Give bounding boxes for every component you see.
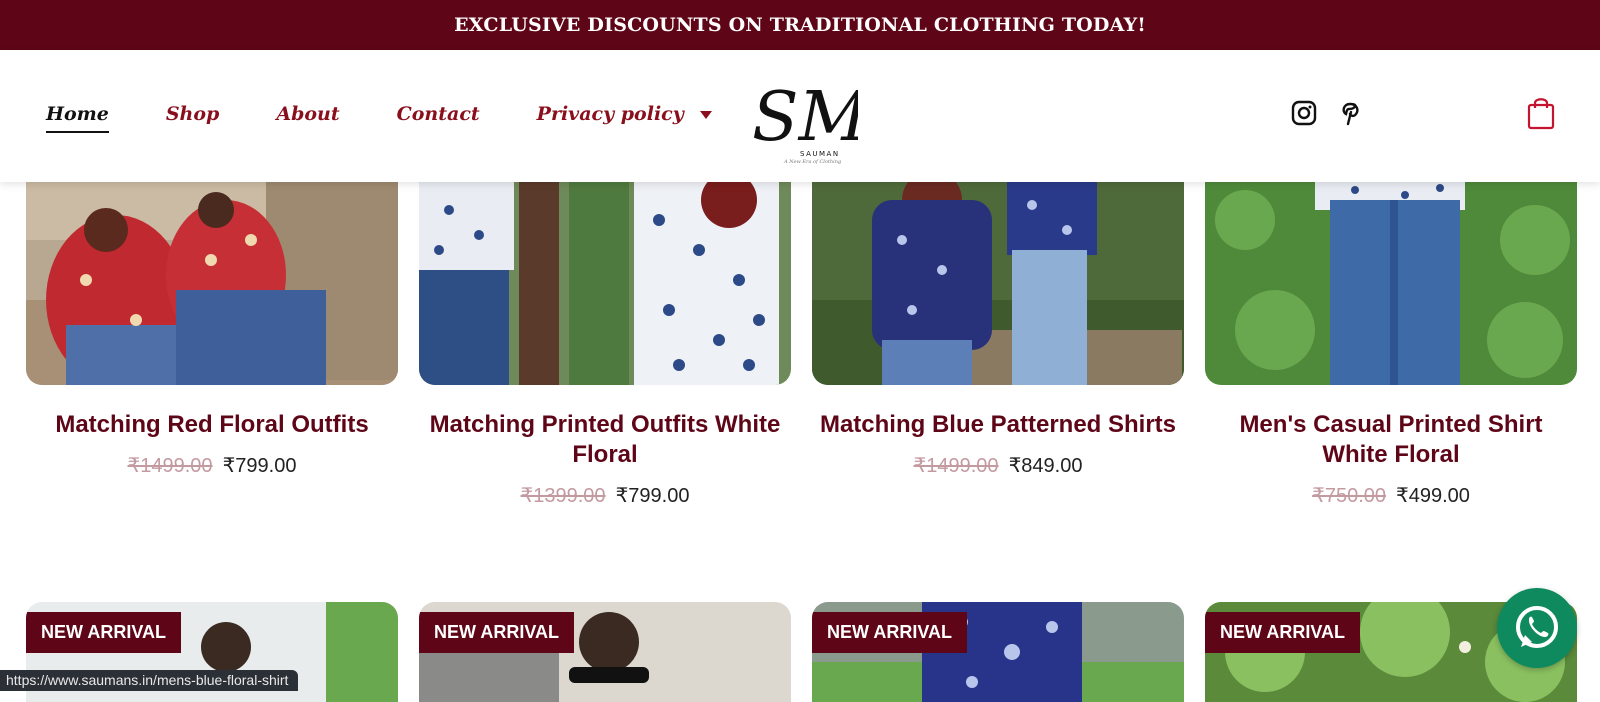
nav-privacy-policy[interactable]: Privacy policy <box>537 103 712 125</box>
original-price: ₹1499.00 <box>127 455 213 477</box>
nav-about[interactable]: About <box>276 103 339 125</box>
pinterest-icon[interactable] <box>1336 99 1364 127</box>
sale-price: ₹849.00 <box>1008 455 1083 477</box>
sale-price: ₹799.00 <box>615 485 690 507</box>
nav-home[interactable]: Home <box>46 103 109 133</box>
site-logo[interactable]: SM SAUMAN A New Era of Clothing <box>748 70 871 165</box>
site-header: Home Shop About Contact Privacy policy S… <box>0 50 1600 182</box>
chevron-down-icon[interactable] <box>699 111 712 119</box>
product-price-row: ₹1399.00 ₹799.00 <box>419 483 791 508</box>
social-links <box>1290 99 1364 127</box>
shopping-bag-icon[interactable] <box>1527 96 1555 130</box>
logo-tagline: A New Era of Clothing <box>783 159 841 165</box>
new-arrival-badge: NEW ARRIVAL <box>419 612 574 653</box>
logo-monogram: SM <box>752 78 858 157</box>
original-price: ₹1499.00 <box>913 455 999 477</box>
product-title[interactable]: Matching Printed Outfits White Floral <box>419 410 791 470</box>
product-title[interactable]: Matching Red Floral Outfits <box>26 410 398 440</box>
whatsapp-button[interactable] <box>1497 588 1577 668</box>
promo-banner: EXCLUSIVE DISCOUNTS ON TRADITIONAL CLOTH… <box>0 0 1600 50</box>
logo-brand: SAUMAN <box>800 150 840 158</box>
new-arrival-badge: NEW ARRIVAL <box>812 612 967 653</box>
product-title[interactable]: Matching Blue Patterned Shirts <box>812 410 1184 440</box>
new-arrival-badge: NEW ARRIVAL <box>1205 612 1360 653</box>
status-bar-url: https://www.saumans.in/mens-blue-floral-… <box>0 670 299 691</box>
nav-privacy-policy-label: Privacy policy <box>536 103 684 125</box>
product-price-row: ₹1499.00 ₹799.00 <box>26 453 398 478</box>
main-nav: Home Shop About Contact Privacy policy <box>46 103 769 133</box>
product-image[interactable] <box>1205 180 1577 385</box>
product-price-row: ₹1499.00 ₹849.00 <box>812 453 1184 478</box>
product-title[interactable]: Men's Casual Printed Shirt White Floral <box>1205 410 1577 470</box>
original-price: ₹750.00 <box>1312 485 1386 507</box>
product-image[interactable] <box>812 180 1184 385</box>
whatsapp-icon <box>1516 606 1558 648</box>
instagram-icon[interactable] <box>1290 99 1318 127</box>
product-image[interactable] <box>419 180 791 385</box>
original-price: ₹1399.00 <box>520 485 606 507</box>
nav-shop[interactable]: Shop <box>166 103 220 125</box>
new-arrival-badge: NEW ARRIVAL <box>26 612 181 653</box>
product-image[interactable] <box>26 180 398 385</box>
product-card[interactable]: NEW ARRIVAL <box>812 602 1184 702</box>
product-price-row: ₹750.00 ₹499.00 <box>1205 483 1577 508</box>
sale-price: ₹499.00 <box>1396 485 1470 507</box>
nav-contact[interactable]: Contact <box>397 103 480 125</box>
product-card[interactable]: NEW ARRIVAL <box>419 602 791 702</box>
sale-price: ₹799.00 <box>222 455 297 477</box>
promo-text: EXCLUSIVE DISCOUNTS ON TRADITIONAL CLOTH… <box>454 14 1146 36</box>
